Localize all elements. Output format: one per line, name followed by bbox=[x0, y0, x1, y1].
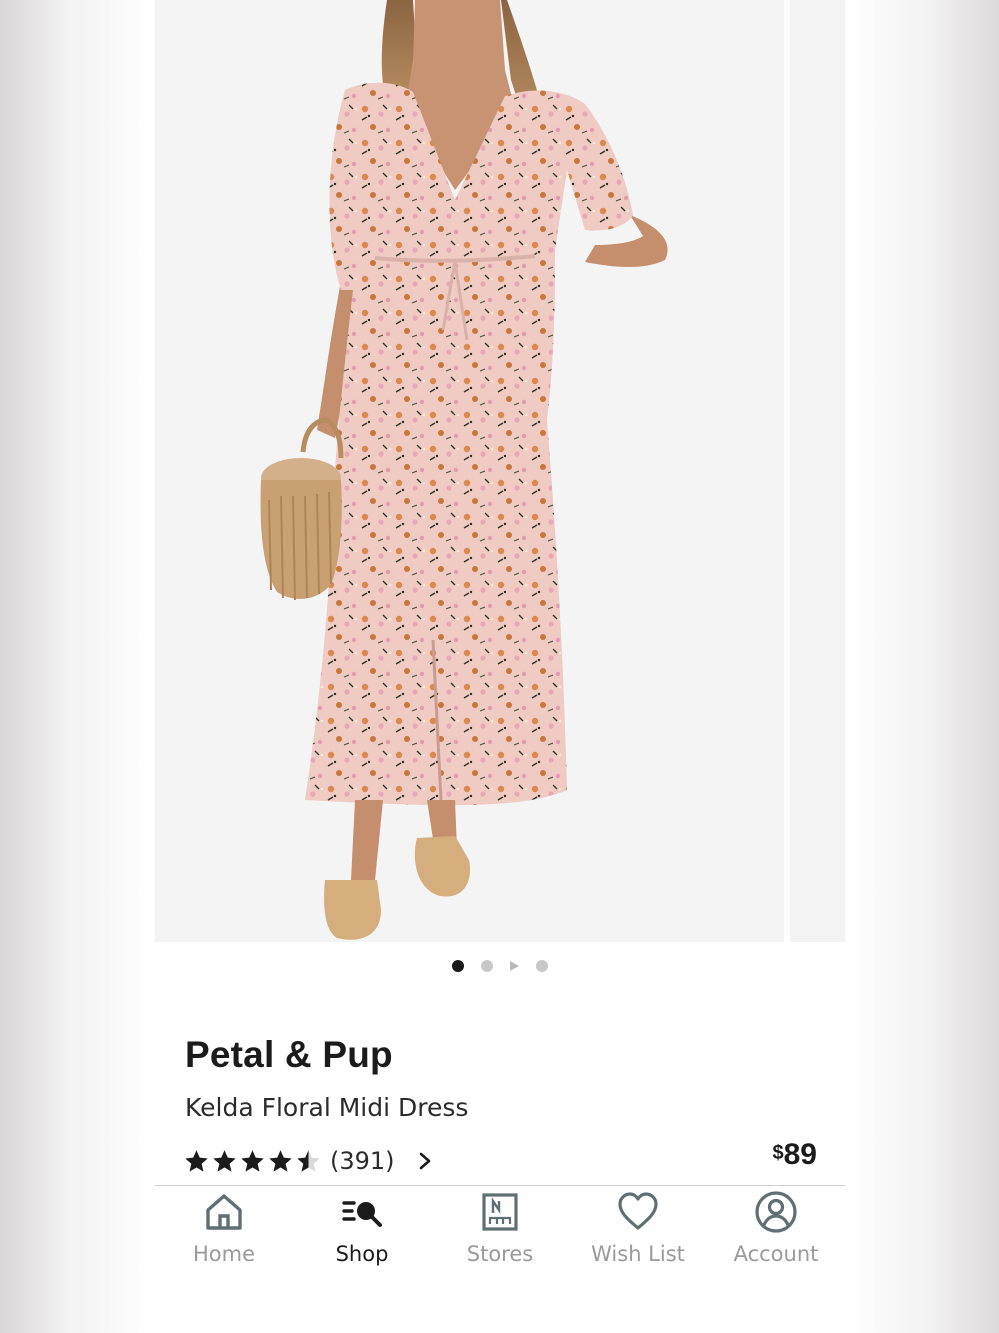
star-icon-filled bbox=[213, 1149, 236, 1172]
product-brand[interactable]: Petal & Pup bbox=[185, 1034, 393, 1076]
star-rating bbox=[183, 1148, 322, 1175]
tab-shop[interactable]: Shop bbox=[293, 1186, 431, 1333]
tab-home[interactable]: Home bbox=[155, 1186, 293, 1333]
tab-home-label: Home bbox=[192, 1242, 255, 1266]
price-currency: $ bbox=[772, 1142, 784, 1164]
bottom-tab-bar: Home Shop Stores Wish List Account bbox=[155, 1186, 845, 1333]
review-count: (391) bbox=[330, 1147, 395, 1175]
shop-search-icon bbox=[342, 1201, 382, 1227]
carousel-dot-active[interactable] bbox=[452, 960, 464, 972]
tab-account[interactable]: Account bbox=[707, 1186, 845, 1333]
star-icon-filled bbox=[185, 1149, 208, 1172]
tab-stores[interactable]: Stores bbox=[431, 1186, 569, 1333]
carousel-dot[interactable] bbox=[536, 960, 548, 972]
chevron-right-icon[interactable] bbox=[417, 1151, 433, 1171]
home-icon bbox=[206, 1194, 242, 1230]
heart-icon bbox=[618, 1192, 658, 1230]
product-image[interactable] bbox=[155, 0, 784, 942]
product-photo bbox=[260, 0, 668, 940]
rating-summary[interactable]: (391) bbox=[183, 1143, 433, 1179]
star-icon-half bbox=[297, 1149, 320, 1172]
price-amount: 89 bbox=[783, 1138, 817, 1171]
tab-account-label: Account bbox=[733, 1242, 819, 1266]
tab-shop-label: Shop bbox=[335, 1242, 389, 1266]
carousel-indicators bbox=[155, 958, 845, 974]
tab-wish-list[interactable]: Wish List bbox=[569, 1186, 707, 1333]
tab-stores-label: Stores bbox=[466, 1242, 534, 1266]
carousel-dot[interactable] bbox=[481, 960, 493, 972]
store-icon bbox=[482, 1193, 518, 1231]
product-name: Kelda Floral Midi Dress bbox=[185, 1093, 469, 1122]
next-product-image[interactable] bbox=[790, 0, 845, 942]
tab-wish-list-label: Wish List bbox=[591, 1242, 685, 1266]
star-icon-filled bbox=[269, 1149, 292, 1172]
account-icon bbox=[755, 1191, 797, 1233]
video-play-icon[interactable] bbox=[510, 961, 519, 971]
star-icon-filled bbox=[241, 1149, 264, 1172]
product-image-carousel[interactable] bbox=[155, 0, 845, 942]
product-price: $ 89 bbox=[773, 1138, 818, 1172]
app-screen: Petal & Pup Kelda Floral Midi Dress (391… bbox=[155, 0, 845, 1333]
